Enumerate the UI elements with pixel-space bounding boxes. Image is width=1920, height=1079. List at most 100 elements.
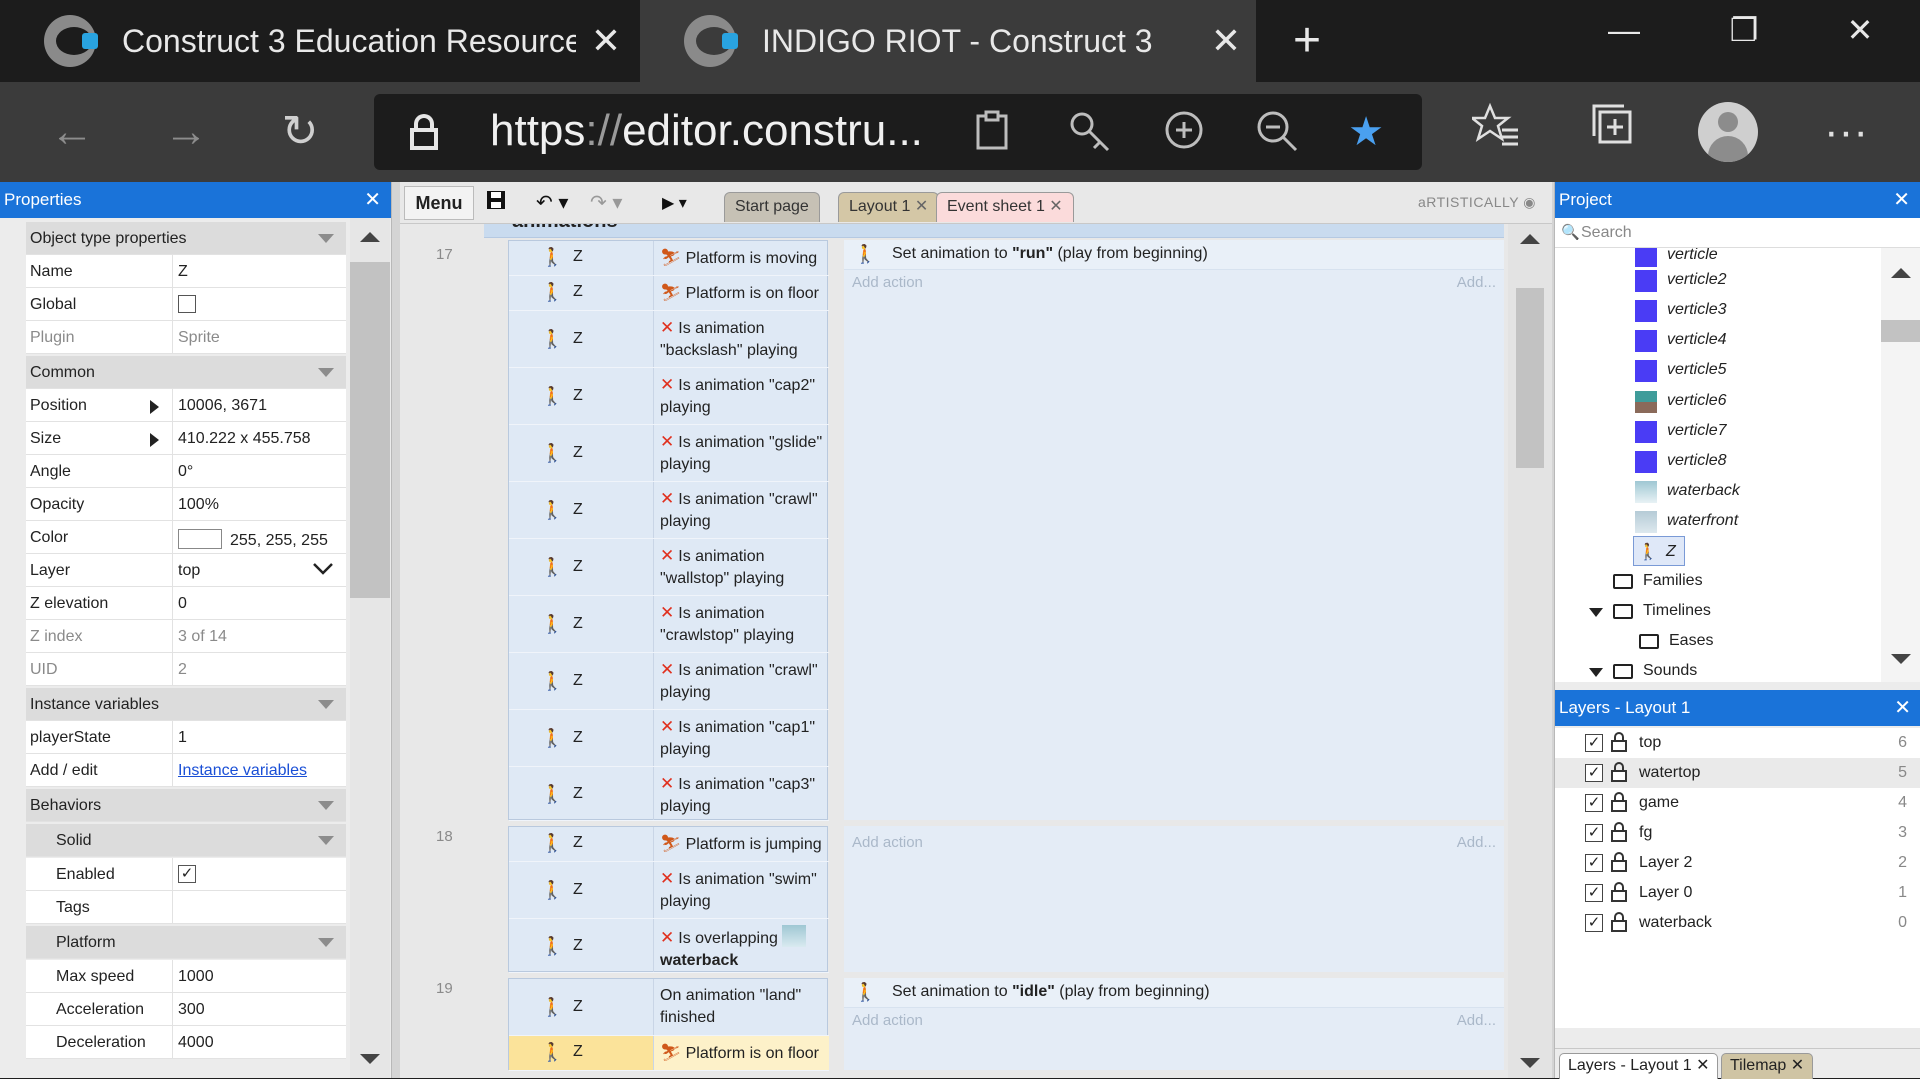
lock-icon[interactable] [1611, 732, 1627, 752]
event-17-actions[interactable]: 🚶 Set animation to "run" (play from begi… [844, 240, 1504, 820]
condition-row[interactable]: 🚶 Z ✕ Is animation "backslash" playing [509, 311, 829, 368]
visible-checkbox[interactable]: ✓ [1585, 914, 1603, 932]
prop-color[interactable]: Color 255, 255, 255 [26, 521, 346, 554]
restore-icon[interactable]: ❐ [1684, 0, 1804, 60]
condition-row[interactable]: 🚶 Z ⛷ Platform is jumping [509, 827, 829, 862]
lock-icon[interactable] [1611, 822, 1627, 842]
section-behaviors[interactable]: Behaviors [26, 789, 346, 822]
clipboard-icon[interactable] [970, 110, 1014, 154]
undo-icon[interactable]: ↶ ▾ [536, 190, 568, 215]
lock-icon[interactable] [1611, 852, 1627, 872]
scroll-down-icon[interactable] [1891, 654, 1911, 664]
favorite-star-icon[interactable]: ★ [1344, 110, 1388, 154]
tab-close-icon[interactable]: ✕ [576, 20, 636, 62]
scroll-down-icon[interactable] [360, 1054, 380, 1064]
enabled-checkbox[interactable]: ✓ [178, 865, 196, 883]
dropdown-chevron-icon[interactable] [312, 560, 334, 581]
prop-deceleration[interactable]: Deceleration 4000 [26, 1026, 346, 1059]
condition-row[interactable]: 🚶 Z ✕ Is animation "crawlstop" playing [509, 596, 829, 653]
scroll-down-icon[interactable] [1520, 1058, 1540, 1068]
instance-variables-link[interactable]: Instance variables [178, 762, 307, 780]
layer-row-top[interactable]: ✓ top 6 [1555, 728, 1920, 758]
browser-tab-education[interactable]: Construct 3 Education Resources ✕ [0, 0, 636, 82]
prop-player-state[interactable]: playerState 1 [26, 721, 346, 754]
prop-acceleration[interactable]: Acceleration 300 [26, 993, 346, 1026]
event-18-conditions[interactable]: 🚶 Z ⛷ Platform is jumping 🚶 Z ✕ Is animation… [508, 826, 829, 973]
add-action-row[interactable]: Add action Add... [844, 1008, 1504, 1034]
browser-tab-indigo-riot[interactable]: INDIGO RIOT - Construct 3 ✕ [640, 0, 1256, 82]
condition-row[interactable]: 🚶 Z On animation "land" finished [509, 979, 829, 1036]
layer-row-fg[interactable]: ✓ fg 3 [1555, 818, 1920, 848]
lock-icon[interactable] [1611, 912, 1627, 932]
address-bar[interactable]: https://editor.constru... ★ [374, 94, 1422, 170]
condition-row[interactable]: 🚶 Z ✕ Is animation "crawl" playing [509, 482, 829, 539]
more-options-icon[interactable]: ··· [1816, 102, 1876, 162]
close-icon[interactable]: ✕ [364, 182, 381, 218]
expand-icon[interactable] [150, 433, 159, 447]
scroll-thumb[interactable] [1881, 320, 1920, 342]
layer-row-layer-2[interactable]: ✓ Layer 22 [1555, 848, 1920, 878]
section-instance-variables[interactable]: Instance variables [26, 688, 346, 721]
close-icon[interactable]: ✕ [1893, 182, 1910, 218]
project-tree-scrollbar[interactable] [1881, 248, 1920, 682]
new-tab-button[interactable]: + [1280, 14, 1334, 68]
condition-row-selected[interactable]: 🚶 Z ⛷ Platform is on floor [509, 1036, 829, 1071]
zoom-out-icon[interactable] [1256, 110, 1300, 154]
tab-close-icon[interactable]: ✕ [1791, 1057, 1804, 1074]
visible-checkbox[interactable]: ✓ [1585, 794, 1603, 812]
global-checkbox[interactable] [178, 295, 196, 313]
event-sheet-scrollbar[interactable] [1508, 224, 1552, 1078]
condition-row[interactable]: 🚶 Z ✕ Is animation "cap3" playing [509, 767, 829, 821]
event-19-conditions[interactable]: 🚶 Z On animation "land" finished 🚶 Z ⛷ Plat… [508, 978, 829, 1071]
scroll-up-icon[interactable] [1891, 268, 1911, 278]
tab-close-icon[interactable]: ✕ [1696, 1057, 1709, 1074]
scroll-up-icon[interactable] [360, 232, 380, 242]
favorites-list-icon[interactable] [1466, 102, 1526, 162]
prop-angle[interactable]: Angle 0° [26, 455, 346, 488]
project-search-input[interactable]: 🔍 Search [1555, 218, 1920, 248]
layer-row-watertop[interactable]: ✓ watertop 5 [1555, 758, 1920, 788]
scroll-thumb[interactable] [1516, 288, 1544, 468]
tab-layers-layout-1[interactable]: Layers - Layout 1 ✕ [1559, 1053, 1719, 1079]
redo-icon[interactable]: ↷ ▾ [590, 190, 622, 215]
color-swatch[interactable] [178, 529, 222, 549]
prop-tags[interactable]: Tags [26, 891, 346, 924]
lock-icon[interactable] [1611, 762, 1627, 782]
event-19-actions[interactable]: 🚶 Set animation to "idle" (play from beg… [844, 978, 1504, 1070]
layer-row-waterback[interactable]: ✓ waterback 0 [1555, 908, 1920, 938]
refresh-icon[interactable]: ↻ [270, 102, 330, 162]
close-icon[interactable]: ✕ [1894, 690, 1911, 726]
event-sheet[interactable]: animations 17 🚶Z ⛷Platform is moving 🚶Z … [400, 224, 1508, 1078]
back-icon[interactable]: ← [42, 102, 102, 162]
event-18-actions[interactable]: Add action Add... [844, 826, 1504, 972]
event-17-conditions[interactable]: 🚶 Z ⛷ Platform is moving 🚶 Z ⛷ Platform is o… [508, 240, 829, 821]
scroll-up-icon[interactable] [1520, 234, 1540, 244]
section-common[interactable]: Common [26, 356, 346, 389]
layer-row-layer-0[interactable]: ✓ Layer 01 [1555, 878, 1920, 908]
lock-icon[interactable] [1611, 792, 1627, 812]
tab-close-icon[interactable]: ✕ [1049, 198, 1062, 215]
prop-size[interactable]: Size 410.222 x 455.758 [26, 422, 346, 455]
prop-z-elevation[interactable]: Z elevation 0 [26, 587, 346, 620]
prop-position[interactable]: Position 10006, 3671 [26, 389, 346, 422]
section-solid[interactable]: Solid [26, 824, 346, 857]
visible-checkbox[interactable]: ✓ [1585, 734, 1603, 752]
tab-close-icon[interactable]: ✕ [915, 198, 928, 215]
collections-icon[interactable] [1582, 102, 1642, 162]
condition-row[interactable]: 🚶 Z ✕ Is animation "wallstop" playing [509, 539, 829, 596]
play-icon[interactable]: ▶ ▾ [662, 193, 687, 213]
forward-icon[interactable]: → [156, 102, 216, 162]
condition-row[interactable]: 🚶 Z ⛷ Platform is on floor [509, 276, 829, 311]
project-tree[interactable]: verticle verticle2 verticle3 verticle4 v… [1555, 248, 1881, 682]
tab-tilemap[interactable]: Tilemap ✕ [1721, 1053, 1814, 1079]
event-group-header[interactable]: animations [484, 224, 1504, 238]
tab-event-sheet-1[interactable]: Event sheet 1 ✕ [936, 192, 1074, 222]
expand-icon[interactable] [150, 400, 159, 414]
properties-scrollbar[interactable] [350, 218, 390, 1078]
expand-arrow-icon[interactable] [1589, 608, 1603, 617]
key-icon[interactable] [1068, 110, 1112, 154]
lock-icon[interactable] [1611, 882, 1627, 902]
prop-name[interactable]: Name Z [26, 255, 346, 288]
profile-avatar[interactable] [1698, 102, 1758, 162]
layer-row-game[interactable]: ✓ game 4 [1555, 788, 1920, 818]
